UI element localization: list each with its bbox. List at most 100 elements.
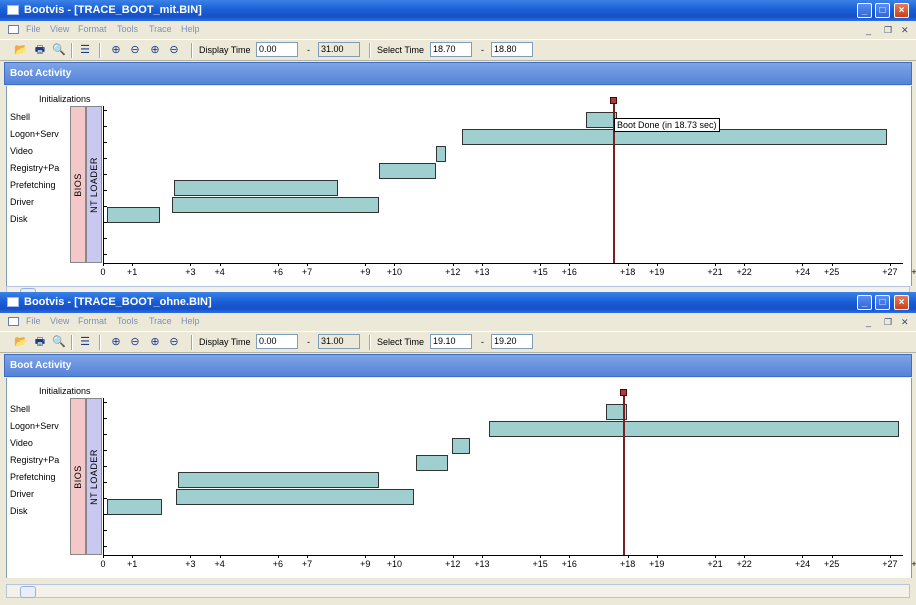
menu-format[interactable]: Format xyxy=(78,24,107,34)
y-tick xyxy=(103,482,107,483)
zoom-out-icon[interactable]: ⊖ xyxy=(127,335,143,350)
x-tick xyxy=(627,555,629,558)
zoom-reset-icon[interactable]: ⊖ xyxy=(166,43,182,58)
x-tick-label: +15 xyxy=(532,267,548,277)
x-tick xyxy=(365,555,367,558)
title-bar[interactable]: Bootvis - [TRACE_BOOT_ohne.BIN] _ □ × xyxy=(0,292,916,313)
maximize-button[interactable]: □ xyxy=(875,295,890,310)
y-tick xyxy=(103,190,107,191)
close-button[interactable]: × xyxy=(894,295,909,310)
document-icon xyxy=(8,25,19,34)
x-tick xyxy=(219,263,221,266)
zoom-in-icon[interactable]: ⊕ xyxy=(108,43,124,58)
zoom-fit-icon[interactable]: ⊕ xyxy=(147,335,163,350)
x-tick-label: +24 xyxy=(794,267,811,277)
menu-view[interactable]: View xyxy=(50,24,69,34)
menu-view[interactable]: View xyxy=(50,316,69,326)
zoom-reset-icon[interactable]: ⊖ xyxy=(166,335,182,350)
x-tick xyxy=(831,263,833,266)
select-time-to-field[interactable]: 19.20 xyxy=(491,334,533,349)
x-tick-label: +22 xyxy=(736,559,752,569)
bootvis-window-1: Bootvis - [TRACE_BOOT_mit.BIN] _ □ × Fil… xyxy=(0,0,916,294)
display-time-from-field[interactable]: 0.00 xyxy=(256,334,298,349)
activity-bar xyxy=(452,438,471,454)
title-bar[interactable]: Bootvis - [TRACE_BOOT_mit.BIN] _ □ × xyxy=(0,0,916,21)
boot-activity-chart: Initializations Shell Logon+Serv Video Regis… xyxy=(6,86,916,286)
x-tick-label: +9 xyxy=(360,559,371,569)
menu-file[interactable]: File xyxy=(26,316,41,326)
dash: - xyxy=(307,337,310,347)
select-time-from-field[interactable]: 19.10 xyxy=(430,334,472,349)
menu-trace[interactable]: Trace xyxy=(149,316,172,326)
activity-bar xyxy=(379,163,436,179)
y-tick xyxy=(103,546,107,547)
menu-file[interactable]: File xyxy=(26,24,41,34)
bios-phase: BIOS xyxy=(70,106,86,263)
row-label: Shell xyxy=(10,112,31,122)
x-tick-label: +6 xyxy=(272,267,283,277)
panel-header: Boot Activity xyxy=(4,62,912,85)
dash: - xyxy=(307,45,310,55)
x-tick xyxy=(744,555,746,558)
menu-tools[interactable]: Tools xyxy=(117,24,138,34)
minimize-button[interactable]: _ xyxy=(857,295,872,310)
x-tick-label: +27 xyxy=(882,559,898,569)
window-title: Bootvis - [TRACE_BOOT_mit.BIN] xyxy=(24,4,202,16)
toolbar: 📂 🖶 🔍 ☰ ⊕ ⊖ ⊕ ⊖ Display Time 0.00 - 31.0… xyxy=(0,39,916,61)
dash: - xyxy=(481,45,484,55)
open-folder-icon[interactable]: 📂 xyxy=(13,43,29,58)
display-time-to-field[interactable]: 31.00 xyxy=(318,42,360,57)
mdi-minimize-icon[interactable]: _ xyxy=(866,317,871,327)
x-tick xyxy=(889,263,891,266)
menu-tools[interactable]: Tools xyxy=(117,316,138,326)
mdi-restore-icon[interactable]: ❐ xyxy=(884,317,892,328)
mdi-close-icon[interactable]: ✕ xyxy=(901,25,909,36)
minimize-button[interactable]: _ xyxy=(857,3,872,18)
print-icon[interactable]: 🖶 xyxy=(32,335,48,350)
zoom-in-icon[interactable]: ⊕ xyxy=(108,335,124,350)
activity-bar xyxy=(586,112,617,128)
row-label: Disk xyxy=(10,214,28,224)
scroll-thumb[interactable] xyxy=(20,586,36,598)
print-icon[interactable]: 🖶 xyxy=(32,43,48,58)
x-tick xyxy=(889,555,891,558)
display-time-from-field[interactable]: 0.00 xyxy=(256,42,298,57)
x-tick-label: +25 xyxy=(823,559,840,569)
app-icon xyxy=(7,5,19,15)
activity-bar xyxy=(171,197,379,213)
x-tick xyxy=(715,555,717,558)
mdi-minimize-icon[interactable]: _ xyxy=(866,25,871,35)
close-button[interactable]: × xyxy=(894,3,909,18)
row-label: Logon+Serv xyxy=(10,421,59,431)
menu-help[interactable]: Help xyxy=(181,24,200,34)
menu-help[interactable]: Help xyxy=(181,316,200,326)
x-tick-label: +1 xyxy=(127,559,138,569)
list-icon[interactable]: ☰ xyxy=(77,335,93,350)
x-tick xyxy=(540,263,542,266)
row-label: Video xyxy=(10,438,33,448)
select-time-from-field[interactable]: 18.70 xyxy=(430,42,472,57)
x-tick xyxy=(394,555,396,558)
menu-format[interactable]: Format xyxy=(78,316,107,326)
row-label: Prefetching xyxy=(10,180,56,190)
x-tick xyxy=(307,555,308,558)
x-tick xyxy=(744,263,746,266)
mdi-close-icon[interactable]: ✕ xyxy=(901,317,909,328)
list-icon[interactable]: ☰ xyxy=(77,43,93,58)
zoom-fit-icon[interactable]: ⊕ xyxy=(147,43,163,58)
activity-bar xyxy=(107,499,162,515)
y-tick xyxy=(103,126,107,127)
zoom-out-icon[interactable]: ⊖ xyxy=(127,43,143,58)
horizontal-scrollbar[interactable] xyxy=(6,584,910,598)
print-preview-icon[interactable]: 🔍 xyxy=(51,335,67,350)
display-time-to-field[interactable]: 31.00 xyxy=(318,334,360,349)
x-tick-label: +19 xyxy=(649,559,665,569)
mdi-restore-icon[interactable]: ❐ xyxy=(884,25,892,36)
open-folder-icon[interactable]: 📂 xyxy=(13,335,29,350)
menu-trace[interactable]: Trace xyxy=(149,24,172,34)
activity-bar xyxy=(173,180,339,196)
maximize-button[interactable]: □ xyxy=(875,3,890,18)
print-preview-icon[interactable]: 🔍 xyxy=(51,43,67,58)
select-time-to-field[interactable]: 18.80 xyxy=(491,42,533,57)
x-tick xyxy=(307,263,308,266)
